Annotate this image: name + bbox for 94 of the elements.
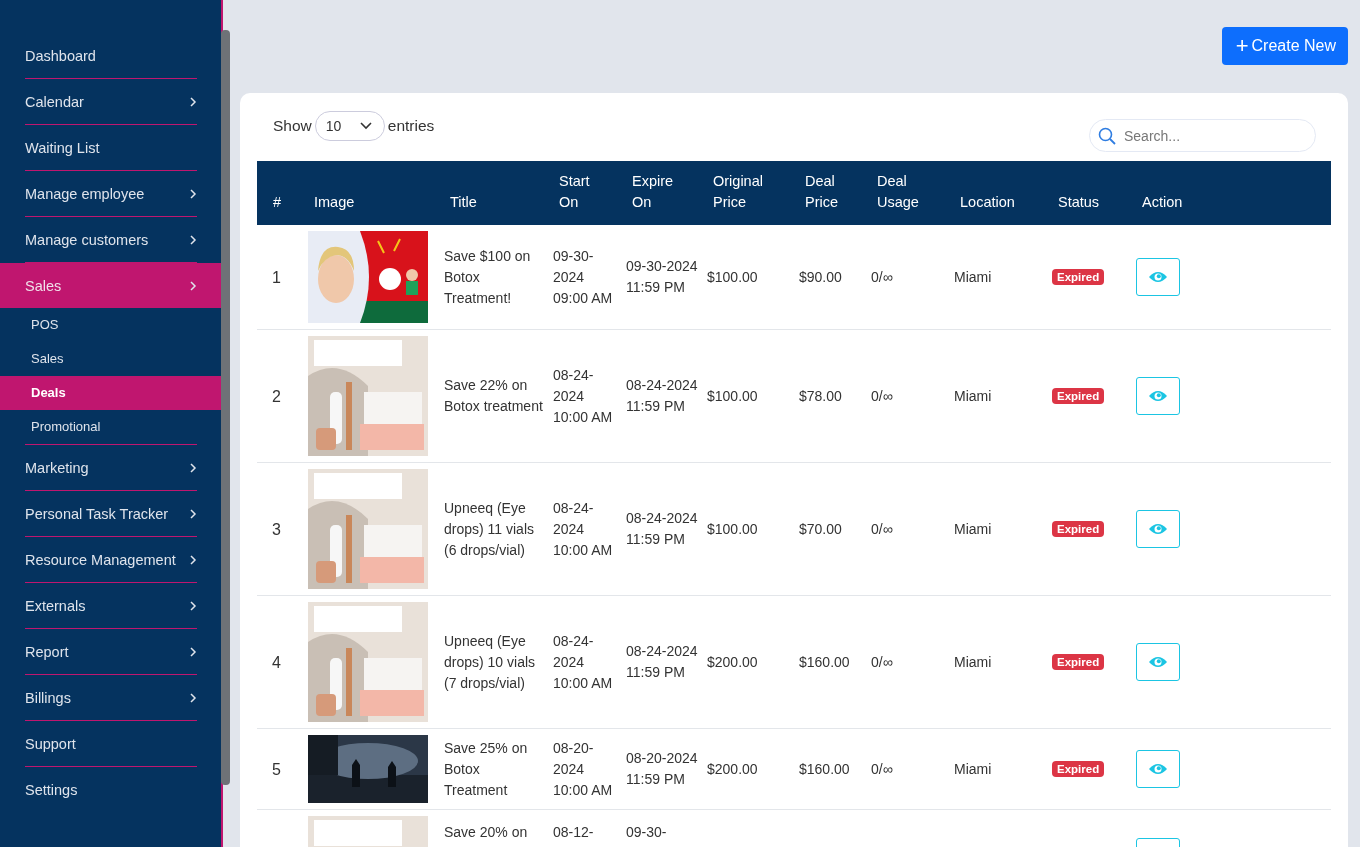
column-header: Deal Usage	[877, 172, 919, 212]
column-header: Location	[960, 193, 1015, 212]
row-number: 2	[272, 387, 281, 405]
sidebar-item[interactable]: Report	[25, 629, 197, 674]
status-badge: Expired	[1052, 388, 1105, 404]
expire-date: 09-30-2024 11:59 PM	[626, 258, 698, 295]
deal-title: Upneeq (Eye drops) 10 vials (7 drops/vial)	[444, 632, 536, 691]
sidebar-item[interactable]: Resource Management	[25, 537, 197, 582]
location: Miami	[954, 520, 992, 537]
row-number: 5	[272, 760, 281, 778]
expire-date: 08-24-2024 11:59 PM	[626, 643, 698, 680]
status-badge: Expired	[1052, 521, 1105, 537]
view-button[interactable]	[1136, 258, 1180, 296]
column-header: #	[273, 193, 282, 212]
deal-price: $160.00	[799, 760, 850, 777]
original-price: $100.00	[707, 387, 758, 404]
start-date: 09-30-2024 09:00 AM	[553, 247, 613, 306]
row-number: 3	[272, 520, 281, 538]
status-badge: Expired	[1052, 269, 1105, 285]
start-date: 08-24-2024 10:00 AM	[553, 366, 613, 425]
sidebar-subitem[interactable]: Deals	[0, 376, 221, 410]
original-price: $200.00	[707, 653, 758, 670]
column-header: Title	[450, 193, 477, 212]
sidebar-item[interactable]: Personal Task Tracker	[25, 491, 197, 536]
status-badge: Expired	[1052, 654, 1105, 670]
eye-icon	[1148, 522, 1168, 536]
sidebar-subitem[interactable]: Promotional	[0, 410, 221, 444]
column-header: Deal Price	[805, 172, 839, 212]
column-header: Image	[314, 193, 355, 212]
sidebar-item[interactable]: Manage employee	[25, 171, 197, 216]
sidebar-item[interactable]: Manage customers	[25, 217, 197, 262]
deal-price: $70.00	[799, 520, 842, 537]
column-header: Action	[1142, 193, 1183, 212]
start-date: 08-20-2024 10:00 AM	[553, 739, 613, 798]
chevron-down-icon	[359, 122, 372, 130]
sidebar-item[interactable]: Support	[25, 721, 197, 766]
show-label: Show	[273, 117, 312, 135]
view-button[interactable]	[1136, 510, 1180, 548]
view-button[interactable]	[1136, 643, 1180, 681]
deal-usage: 0/∞	[871, 653, 893, 670]
view-button[interactable]	[1136, 750, 1180, 788]
expire-date: 08-24-2024 11:59 PM	[626, 377, 698, 414]
search-field[interactable]: Search...	[1089, 119, 1316, 152]
original-price: $100.00	[707, 268, 758, 285]
sidebar-subitem[interactable]: POS	[0, 308, 221, 342]
row-number: 1	[272, 268, 281, 286]
eye-icon	[1148, 270, 1168, 284]
scrollbar[interactable]	[221, 30, 230, 785]
eye-icon	[1148, 655, 1168, 669]
sidebar-item[interactable]: Calendar	[25, 79, 197, 124]
start-date: 08-12-	[553, 824, 594, 840]
deal-price: $90.00	[799, 268, 842, 285]
sidebar-item[interactable]: Billings	[25, 675, 197, 720]
create-new-button[interactable]: +Create New	[1221, 27, 1348, 65]
sidebar-item[interactable]: Externals	[25, 583, 197, 628]
column-header: Expire On	[632, 172, 674, 212]
location: Miami	[954, 653, 992, 670]
original-price: $100.00	[707, 520, 758, 537]
eye-icon	[1148, 389, 1168, 403]
deal-title: Save 22% on Botox treatment	[444, 377, 543, 414]
deal-usage: 0/∞	[871, 760, 893, 777]
location: Miami	[954, 760, 992, 777]
expire-date: 08-24-2024 11:59 PM	[626, 510, 698, 547]
sidebar-item[interactable]: Waiting List	[25, 125, 197, 170]
deal-title: Save 25% on Botox Treatment	[444, 739, 528, 798]
sidebar-item[interactable]: Settings	[25, 767, 197, 812]
start-date: 08-24-2024 10:00 AM	[553, 499, 613, 558]
search-icon	[1098, 127, 1116, 145]
sidebar-item[interactable]: Dashboard	[25, 33, 197, 78]
start-date: 08-24-2024 10:00 AM	[553, 632, 613, 691]
entries-label: entries	[387, 117, 435, 135]
deal-price: $160.00	[799, 653, 850, 670]
column-header: Start On	[559, 172, 590, 212]
row-number: 4	[272, 653, 281, 671]
deal-title: Upneeq (Eye drops) 11 vials (6 drops/vial)	[444, 499, 534, 558]
sidebar-item[interactable]: Marketing	[25, 445, 197, 490]
original-price: $200.00	[707, 760, 758, 777]
deal-title: Save 20% on	[444, 824, 528, 840]
eye-icon	[1148, 762, 1168, 776]
deal-title: Save $100 on Botox Treatment!	[444, 247, 531, 306]
sidebar-subitem[interactable]: Sales	[0, 342, 221, 376]
deal-usage: 0/∞	[871, 268, 893, 285]
location: Miami	[954, 387, 992, 404]
sidebar-item[interactable]: Sales	[0, 263, 221, 308]
location: Miami	[954, 268, 992, 285]
deal-price: $78.00	[799, 387, 842, 404]
expire-date: 08-20-2024 11:59 PM	[626, 750, 698, 787]
deal-usage: 0/∞	[871, 520, 893, 537]
expire-date: 09-30-	[626, 824, 667, 840]
column-header: Status	[1058, 193, 1100, 212]
deal-usage: 0/∞	[871, 387, 893, 404]
status-badge: Expired	[1052, 761, 1105, 777]
column-header: Original Price	[713, 172, 763, 212]
view-button[interactable]	[1136, 377, 1180, 415]
